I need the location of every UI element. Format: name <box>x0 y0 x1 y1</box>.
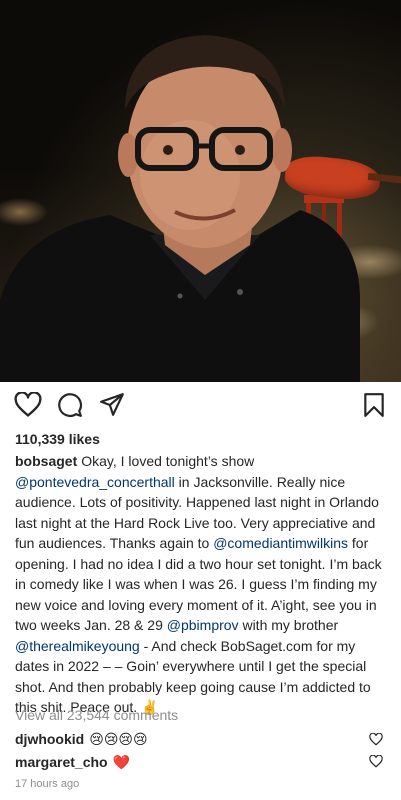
comment-row: margaret_cho ❤️ <box>15 752 130 772</box>
comment-username[interactable]: margaret_cho <box>15 754 108 770</box>
view-all-comments-link[interactable]: View all 23,544 comments <box>15 707 178 723</box>
likes-count[interactable]: 110,339 likes <box>15 430 390 448</box>
caption-text-4: with my brother <box>238 617 339 633</box>
comment-text: 😢😢😢😢 <box>89 731 148 747</box>
caption-username[interactable]: bobsaget <box>15 453 77 469</box>
mention-link[interactable]: @comediantimwilkins <box>213 535 348 551</box>
post-details: 110,339 likes bobsaget Okay, I loved toni… <box>15 428 390 718</box>
heart-outline-icon[interactable] <box>14 392 42 418</box>
mention-link[interactable]: @pontevedra_concerthall <box>15 474 175 490</box>
post-timestamp: 17 hours ago <box>15 778 80 790</box>
speech-bubble-icon[interactable] <box>57 392 83 418</box>
post-photo[interactable] <box>0 0 401 382</box>
comment-row: djwhookid 😢😢😢😢 <box>15 729 148 749</box>
comment-username[interactable]: djwhookid <box>15 731 84 747</box>
comment-like-icon[interactable] <box>369 733 383 746</box>
comment-like-icon[interactable] <box>369 755 383 768</box>
comment-text: ❤️ <box>112 754 131 770</box>
paper-plane-icon[interactable] <box>99 392 125 418</box>
caption: bobsaget Okay, I loved tonight’s show @po… <box>15 451 390 718</box>
mention-link[interactable]: @therealmikeyoung <box>15 638 140 654</box>
caption-text-1: Okay, I loved tonight’s show <box>81 453 255 469</box>
mention-link[interactable]: @pbimprov <box>167 617 239 633</box>
person-selfie <box>0 35 360 382</box>
bookmark-icon[interactable] <box>363 392 385 418</box>
